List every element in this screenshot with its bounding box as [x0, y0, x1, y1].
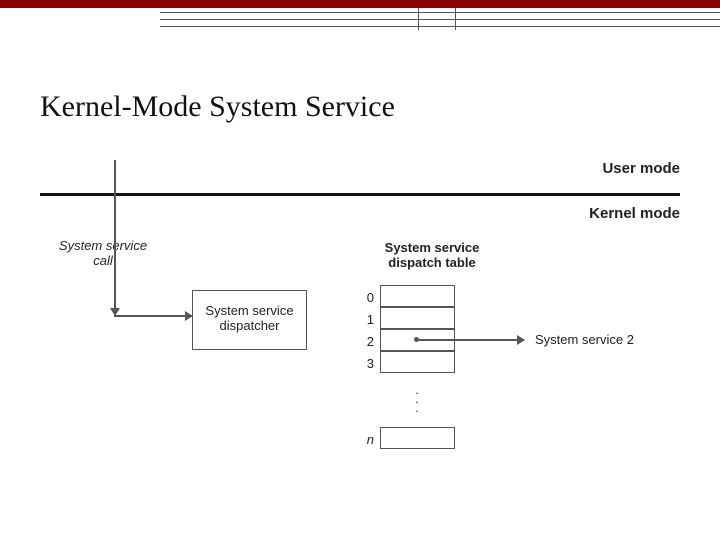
elbow-h-segment — [114, 315, 174, 317]
label-dispatch-table-title: System service dispatch table — [362, 240, 502, 270]
label-system-service-2: System service 2 — [535, 332, 634, 347]
slide-title: Kernel-Mode System Service — [40, 90, 395, 124]
table-index-0: 0 — [360, 290, 374, 305]
table-cell-3 — [380, 351, 455, 373]
label-system-service-call: System service call — [48, 238, 158, 268]
box-system-service-dispatcher: System service dispatcher — [192, 290, 307, 350]
table-index-3: 3 — [360, 356, 374, 371]
table-cell-0 — [380, 285, 455, 307]
label-kernel-mode: Kernel mode — [589, 205, 680, 222]
slide-accent-bar — [0, 0, 720, 8]
arrow-user-to-dispatcher — [114, 160, 116, 315]
table-index-2: 2 — [360, 334, 374, 349]
table-cell-n — [380, 427, 455, 449]
table-index-n: n — [360, 432, 374, 447]
decorative-lines — [0, 8, 720, 30]
table-index-1: 1 — [360, 312, 374, 327]
label-user-mode: User mode — [602, 160, 680, 177]
mode-separator-line — [40, 193, 680, 196]
table-ellipsis: ··· — [412, 388, 422, 415]
arrow-to-service-2 — [419, 339, 524, 341]
slide: Kernel-Mode System Service User mode Ker… — [0, 0, 720, 540]
table-cell-1 — [380, 307, 455, 329]
arrow-into-dispatcher — [172, 315, 192, 317]
